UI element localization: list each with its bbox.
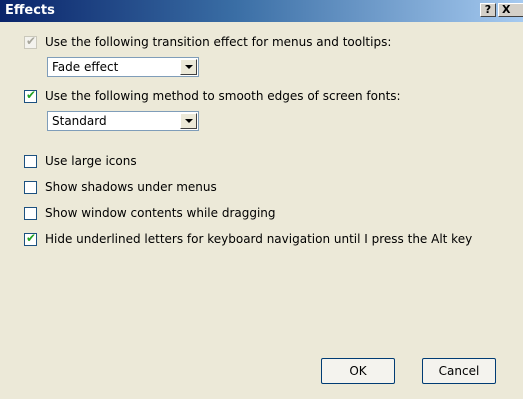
transition-effect-label: Use the following transition effect for …	[45, 35, 392, 49]
transition-effect-row[interactable]: ✔ Use the following transition effect fo…	[24, 34, 391, 50]
chevron-down-icon	[185, 119, 193, 123]
dropdown-button[interactable]	[180, 59, 197, 75]
check-icon: ✔	[26, 33, 37, 48]
smooth-fonts-checkbox[interactable]: ✔	[24, 87, 37, 103]
drag-contents-label: Show window contents while dragging	[45, 206, 276, 220]
large-icons-row[interactable]: Use large icons	[24, 153, 137, 169]
hide-underline-label: Hide underlined letters for keyboard nav…	[45, 232, 473, 246]
smooth-fonts-row[interactable]: ✔ Use the following method to smooth edg…	[24, 88, 401, 104]
help-button[interactable]: ?	[480, 3, 496, 17]
drag-contents-checkbox[interactable]	[24, 206, 37, 220]
effects-dialog: Effects ? X ✔ Use the following transiti…	[0, 0, 523, 399]
hide-underline-row[interactable]: ✔ Hide underlined letters for keyboard n…	[24, 231, 472, 247]
menu-shadows-label: Show shadows under menus	[45, 180, 217, 194]
dropdown-button[interactable]	[180, 113, 197, 129]
smooth-fonts-select[interactable]: Standard	[47, 111, 199, 131]
chevron-down-icon	[185, 65, 193, 69]
menu-shadows-row[interactable]: Show shadows under menus	[24, 179, 217, 195]
cancel-button[interactable]: Cancel	[422, 358, 496, 384]
title-bar[interactable]: Effects ? X	[0, 0, 523, 22]
large-icons-checkbox[interactable]	[24, 154, 37, 168]
smooth-fonts-value: Standard	[52, 114, 107, 128]
large-icons-label: Use large icons	[45, 154, 137, 168]
check-icon: ✔	[26, 87, 37, 102]
ok-button[interactable]: OK	[321, 358, 395, 384]
smooth-fonts-label: Use the following method to smooth edges…	[45, 89, 401, 103]
close-button[interactable]: X	[498, 3, 523, 17]
drag-contents-row[interactable]: Show window contents while dragging	[24, 205, 276, 221]
menu-shadows-checkbox[interactable]	[24, 180, 37, 194]
transition-effect-value: Fade effect	[52, 60, 119, 74]
window-title: Effects	[5, 3, 55, 18]
transition-effect-select[interactable]: Fade effect	[47, 57, 199, 77]
check-icon: ✔	[26, 230, 37, 245]
hide-underline-checkbox[interactable]: ✔	[24, 230, 37, 246]
dialog-body: ✔ Use the following transition effect fo…	[0, 22, 523, 399]
transition-effect-checkbox[interactable]: ✔	[24, 33, 37, 49]
